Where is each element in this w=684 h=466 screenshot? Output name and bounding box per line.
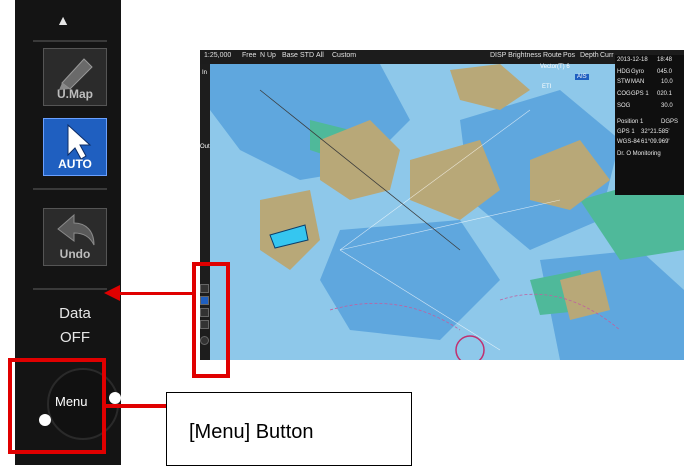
pencil-icon <box>59 58 93 90</box>
stw-value: 10.0 <box>661 79 673 85</box>
auto-label: AUTO <box>58 157 92 171</box>
corner-dot <box>109 392 121 404</box>
stw-source[interactable]: MAN <box>631 79 644 85</box>
menu-button-callout: [Menu] Button <box>166 392 412 466</box>
sog-label: SOG <box>617 103 631 109</box>
toolbar-divider <box>33 188 107 190</box>
menu-callout-line <box>104 404 168 408</box>
umap-button[interactable]: U.Map <box>43 48 107 106</box>
cog-value: 020.1 <box>657 91 673 97</box>
pos-tab[interactable]: Pos <box>563 52 575 59</box>
disp-brightness-button[interactable]: DISP Brightness <box>490 52 541 59</box>
data-toggle-button[interactable]: Data OFF <box>43 302 107 354</box>
toolbar-divider <box>33 40 107 42</box>
longitude-value: 61°09.969' <box>641 139 670 145</box>
ecdis-screen: 1:25,000 Free N Up Base STD All Custom D… <box>200 50 684 360</box>
data-label: Data <box>59 305 91 322</box>
ecdis-toolbar-highlight-box <box>192 262 230 378</box>
ais-button[interactable]: AIS <box>575 74 589 80</box>
data-state: OFF <box>60 329 90 346</box>
custom-button[interactable]: Custom <box>332 52 356 59</box>
position-source: DGPS <box>661 119 679 125</box>
position-label: Position 1 <box>617 119 644 125</box>
monitoring-label: Dr. O Monitoring <box>617 151 661 157</box>
cursor-arrow-icon <box>67 123 92 160</box>
callout-text: [Menu] Button <box>189 421 314 443</box>
sog-value: 30.0 <box>661 103 673 109</box>
all-button[interactable]: All <box>316 52 324 59</box>
info-date: 2013-12-18 <box>617 57 648 63</box>
free-mode-button[interactable]: Free <box>242 52 256 59</box>
own-ship-info-panel: 2013-12-18 18:48 HDG Gyro 045.0 STW MAN … <box>615 55 684 195</box>
base-button[interactable]: Base <box>282 52 298 59</box>
std-button[interactable]: STD <box>300 52 314 59</box>
pointer-arrow-line <box>118 292 192 295</box>
menu-highlight-box <box>8 358 106 454</box>
curr-tab[interactable]: Curr <box>600 52 614 59</box>
cog-source[interactable]: GPS 1 <box>631 91 649 97</box>
latitude-value: 32°21.585' <box>641 129 670 135</box>
undo-arrow-icon <box>57 213 95 246</box>
zoom-in-button[interactable]: In <box>202 70 207 76</box>
stw-label: STW <box>617 79 631 85</box>
toolbar-divider <box>33 288 107 290</box>
nautical-chart[interactable] <box>200 50 684 360</box>
auto-button[interactable]: AUTO <box>43 118 107 176</box>
gps-label[interactable]: GPS 1 <box>617 129 635 135</box>
cog-label: COG <box>617 91 631 97</box>
scroll-up-icon[interactable]: ▲ <box>43 8 83 32</box>
datum-label: WGS-84 <box>617 139 641 145</box>
north-up-button[interactable]: N Up <box>260 52 276 59</box>
undo-button[interactable]: Undo <box>43 208 107 266</box>
zoom-out-button[interactable]: Out <box>200 144 210 150</box>
pointer-arrow-head-icon <box>104 285 120 301</box>
hdg-label: HDG <box>617 69 631 75</box>
route-tab[interactable]: Route <box>543 52 562 59</box>
undo-label: Undo <box>59 247 91 261</box>
umap-label: U.Map <box>57 87 93 101</box>
chart-scale[interactable]: 1:25,000 <box>204 52 231 59</box>
vector-label: Vector(T) 6 <box>540 64 570 70</box>
info-time: 18:48 <box>657 57 673 63</box>
hdg-value: 045.0 <box>657 69 673 75</box>
eti-label: ETI <box>542 84 552 90</box>
depth-tab[interactable]: Depth <box>580 52 599 59</box>
hdg-source[interactable]: Gyro <box>631 69 644 75</box>
ecdis-top-bar: 1:25,000 Free N Up Base STD All Custom D… <box>200 50 684 64</box>
